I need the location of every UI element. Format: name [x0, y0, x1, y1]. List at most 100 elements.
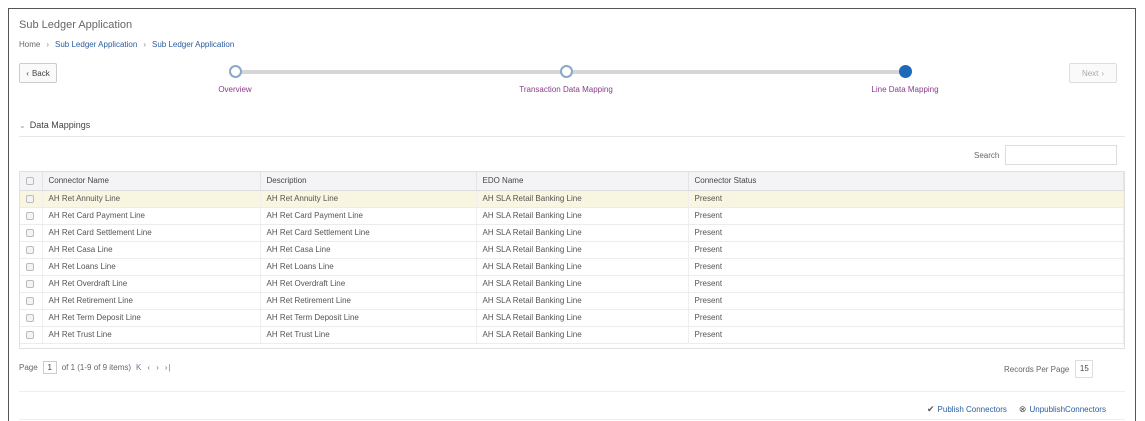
- cell-edo-name: AH SLA Retail Banking Line: [476, 309, 689, 327]
- table-row[interactable]: AH Ret Retirement Line AH Ret Retirement …: [20, 292, 1124, 310]
- page-title: Sub Ledger Application: [19, 19, 133, 31]
- unpublish-connectors-label: UnpublishConnectors: [1029, 405, 1106, 414]
- cell-connector-status: Present: [688, 241, 1124, 259]
- records-per-page-label: Records Per Page: [1004, 364, 1070, 374]
- first-page-icon[interactable]: K: [136, 363, 142, 372]
- cell-description: AH Ret Casa Line: [260, 241, 477, 259]
- search-input[interactable]: [1005, 145, 1118, 165]
- row-checkbox[interactable]: [26, 279, 34, 288]
- table-row[interactable]: AH Ret Trust Line AH Ret Trust Line AH SLA…: [20, 326, 1124, 344]
- cell-edo-name: AH SLA Retail Banking Line: [476, 292, 689, 310]
- unpublish-connectors-button[interactable]: ⊗ UnpublishConnectors: [1019, 404, 1106, 415]
- table-row[interactable]: AH Ret Card Settlement Line AH Ret Card S…: [20, 224, 1124, 242]
- cell-connector-name: AH Ret Term Deposit Line: [42, 309, 261, 327]
- row-checkbox[interactable]: [26, 313, 34, 322]
- row-checkbox[interactable]: [26, 262, 34, 271]
- cell-connector-status: Present: [688, 292, 1124, 310]
- train-label-transaction-data-mapping[interactable]: Transaction Data Mapping: [519, 85, 613, 94]
- cell-connector-name: AH Ret Casa Line: [42, 241, 261, 259]
- cell-connector-name: AH Ret Card Payment Line: [42, 207, 261, 225]
- action-bar: ✔ Publish Connectors ⊗ UnpublishConnecto…: [927, 404, 1106, 415]
- row-checkbox-cell[interactable]: [20, 275, 43, 293]
- cell-connector-status: Present: [688, 326, 1124, 344]
- row-checkbox-cell[interactable]: [20, 326, 43, 344]
- search-label: Search: [974, 150, 1000, 160]
- train-stop-overview[interactable]: [229, 65, 242, 78]
- records-per-page: Records Per Page 15: [1004, 360, 1094, 378]
- row-checkbox-cell[interactable]: [20, 224, 43, 242]
- row-checkbox-cell[interactable]: [20, 190, 43, 208]
- column-header-description[interactable]: Description: [260, 172, 477, 191]
- breadcrumb-home[interactable]: Home: [19, 40, 40, 49]
- train-label-overview[interactable]: Overview: [218, 85, 251, 94]
- table-header-row: Connector Name Description EDO Name Conn…: [20, 172, 1124, 191]
- table-row[interactable]: AH Ret Annuity Line AH Ret Annuity Line AH…: [20, 190, 1124, 208]
- select-all-checkbox[interactable]: [26, 177, 34, 186]
- cell-edo-name: AH SLA Retail Banking Line: [476, 190, 689, 208]
- train-stop-transaction-data-mapping[interactable]: [560, 65, 573, 78]
- table-row[interactable]: AH Ret Card Payment Line AH Ret Card Paym…: [20, 207, 1124, 225]
- last-page-icon[interactable]: ›|: [165, 363, 172, 372]
- cell-edo-name: AH SLA Retail Banking Line: [476, 258, 689, 276]
- breadcrumb: Home › Sub Ledger Application › Sub Ledg…: [19, 40, 234, 49]
- cell-description: AH Ret Term Deposit Line: [260, 309, 477, 327]
- column-header-connector-name[interactable]: Connector Name: [42, 172, 261, 191]
- row-checkbox[interactable]: [26, 296, 34, 305]
- chevron-right-icon: ›: [1101, 68, 1105, 78]
- cell-description: AH Ret Loans Line: [260, 258, 477, 276]
- row-checkbox-cell[interactable]: [20, 258, 43, 276]
- chevron-right-icon: ›: [46, 40, 50, 49]
- table-row[interactable]: AH Ret Loans Line AH Ret Loans Line AH SLA…: [20, 258, 1124, 276]
- previous-page-icon[interactable]: ‹: [147, 363, 151, 372]
- row-checkbox-cell[interactable]: [20, 292, 43, 310]
- data-mappings-header[interactable]: ⌄ Data Mappings: [19, 120, 90, 130]
- page-summary: of 1 (1-9 of 9 items): [61, 363, 132, 372]
- row-checkbox-cell[interactable]: [20, 241, 43, 259]
- row-checkbox[interactable]: [26, 211, 34, 220]
- cell-description: AH Ret Card Settlement Line: [260, 224, 477, 242]
- cell-connector-status: Present: [688, 275, 1124, 293]
- cell-connector-name: AH Ret Retirement Line: [42, 292, 261, 310]
- page-number-input[interactable]: 1: [42, 361, 57, 374]
- row-checkbox[interactable]: [26, 330, 34, 339]
- cell-description: AH Ret Retirement Line: [260, 292, 477, 310]
- table-body: AH Ret Annuity Line AH Ret Annuity Line AH…: [20, 190, 1124, 344]
- column-header-edo-name[interactable]: EDO Name: [476, 172, 689, 191]
- breadcrumb-sub-ledger-app-current[interactable]: Sub Ledger Application: [152, 40, 234, 49]
- cell-description: AH Ret Overdraft Line: [260, 275, 477, 293]
- row-checkbox-cell[interactable]: [20, 207, 43, 225]
- next-button[interactable]: Next ›: [1069, 63, 1117, 83]
- row-checkbox-cell[interactable]: [20, 309, 43, 327]
- row-checkbox[interactable]: [26, 228, 34, 237]
- pagination: Page 1 of 1 (1-9 of 9 items) K ‹ › ›|: [19, 361, 171, 374]
- train-label-line-data-mapping[interactable]: Line Data Mapping: [871, 85, 938, 94]
- back-button[interactable]: ‹ Back: [19, 63, 57, 83]
- train-stop-line-data-mapping[interactable]: [899, 65, 912, 78]
- row-checkbox[interactable]: [26, 245, 34, 254]
- breadcrumb-sub-ledger-app[interactable]: Sub Ledger Application: [55, 40, 137, 49]
- cell-connector-status: Present: [688, 190, 1124, 208]
- app-window: Sub Ledger Application Home › Sub Ledger…: [8, 8, 1136, 421]
- row-checkbox[interactable]: [26, 194, 34, 203]
- column-header-connector-status[interactable]: Connector Status: [688, 172, 1124, 191]
- search-bar: Search: [974, 145, 1118, 165]
- records-per-page-input[interactable]: 15: [1075, 360, 1094, 378]
- chevron-down-icon: ⌄: [19, 120, 26, 130]
- publish-connectors-button[interactable]: ✔ Publish Connectors: [927, 404, 1007, 415]
- divider: [19, 136, 1125, 137]
- cell-edo-name: AH SLA Retail Banking Line: [476, 241, 689, 259]
- cell-connector-name: AH Ret Overdraft Line: [42, 275, 261, 293]
- table-row[interactable]: AH Ret Term Deposit Line AH Ret Term Depo…: [20, 309, 1124, 327]
- cell-connector-status: Present: [688, 207, 1124, 225]
- table-row[interactable]: AH Ret Overdraft Line AH Ret Overdraft Li…: [20, 275, 1124, 293]
- chevron-left-icon: ‹: [26, 68, 29, 78]
- publish-connectors-label: Publish Connectors: [937, 405, 1007, 414]
- cell-edo-name: AH SLA Retail Banking Line: [476, 207, 689, 225]
- table-row[interactable]: AH Ret Casa Line AH Ret Casa Line AH SLA R…: [20, 241, 1124, 259]
- select-all-checkbox-cell[interactable]: [20, 172, 43, 191]
- cell-description: AH Ret Card Payment Line: [260, 207, 477, 225]
- back-button-label: Back: [31, 68, 50, 78]
- checkmark-icon: ✔: [927, 404, 935, 414]
- next-page-icon[interactable]: ›: [156, 363, 160, 372]
- cell-description: AH Ret Trust Line: [260, 326, 477, 344]
